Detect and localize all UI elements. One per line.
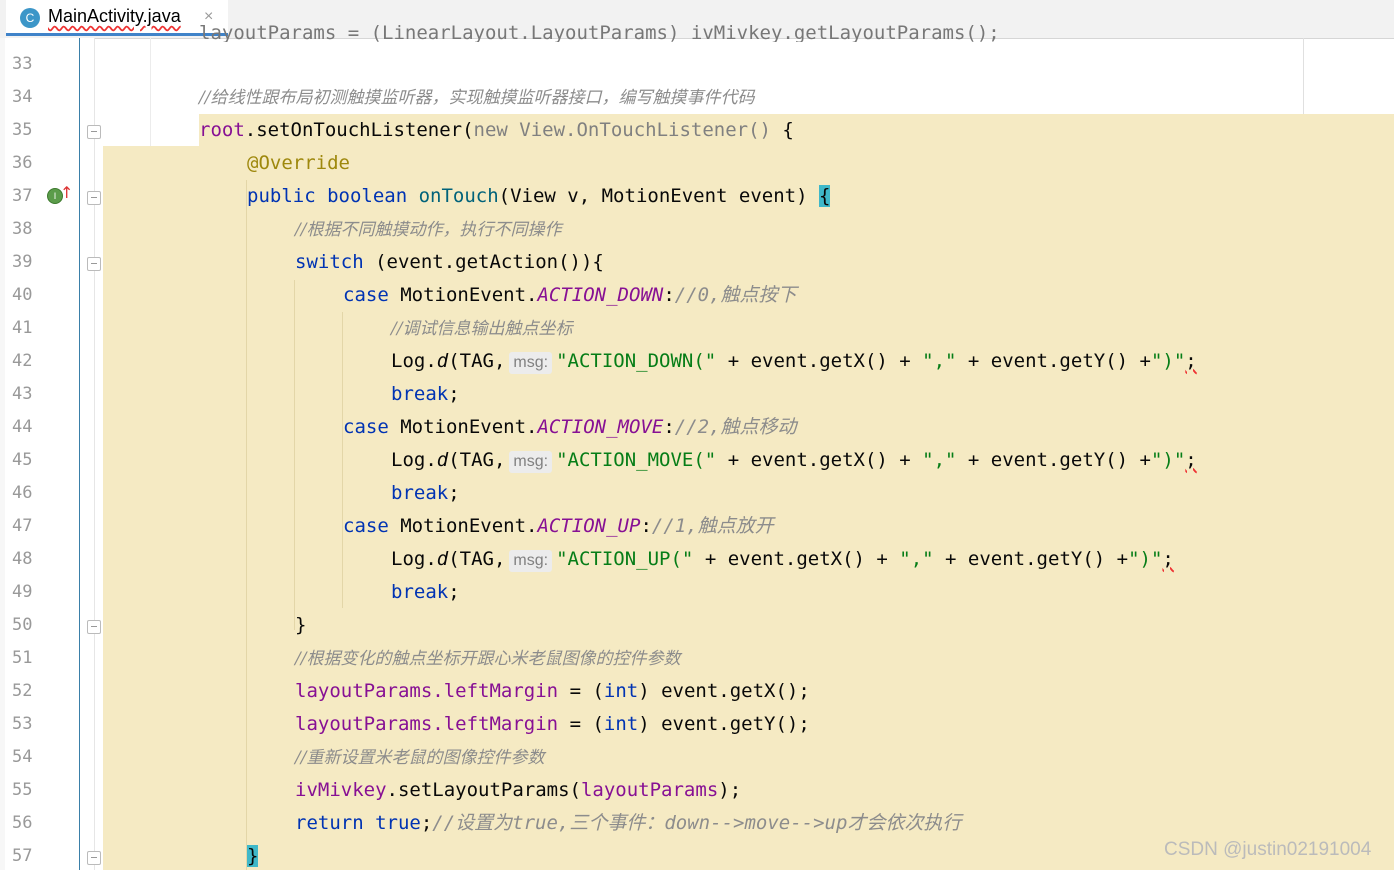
- fold-divider: [94, 38, 95, 870]
- code-line-45: Log.d(TAG, msg: "ACTION_MOVE(" + event.get…: [391, 449, 1197, 473]
- gutter-divider: [79, 38, 80, 870]
- line-number: 40: [12, 285, 33, 305]
- code-line-39: switch (event.getAction()){: [295, 251, 604, 273]
- line-number: 44: [12, 417, 33, 437]
- line-number: 48: [12, 549, 33, 569]
- code-line-38: //根据不同触摸动作，执行不同操作: [295, 220, 562, 240]
- line-number: 36: [12, 153, 33, 173]
- code-line-34: //给线性跟布局初测触摸监听器，实现触摸监听器接口，编写触摸事件代码: [199, 88, 755, 108]
- line-number: 57: [12, 846, 33, 866]
- line-number: 43: [12, 384, 33, 404]
- code-line-32: layoutParams = (LinearLayout.LayoutParam…: [199, 22, 1000, 42]
- line-number: 39: [12, 252, 33, 272]
- line-number: 50: [12, 615, 33, 635]
- java-class-icon: C: [20, 8, 40, 28]
- code-line-43: break;: [391, 383, 460, 405]
- code-line-55: ivMivkey.setLayoutParams(layoutParams);: [295, 779, 742, 801]
- code-line-49: break;: [391, 581, 460, 603]
- line-number: 38: [12, 219, 33, 239]
- line-number: 45: [12, 450, 33, 470]
- indent-guide: [246, 180, 247, 870]
- code-line-40: case MotionEvent.ACTION_DOWN://0,触点按下: [343, 284, 797, 306]
- code-line-54: //重新设置米老鼠的图像控件参数: [295, 748, 545, 768]
- line-number: 51: [12, 648, 33, 668]
- indent-guide: [342, 312, 343, 608]
- code-line-46: break;: [391, 482, 460, 504]
- code-line-57: }: [247, 845, 259, 867]
- line-number: 35: [12, 120, 33, 140]
- code-line-36: @Override: [247, 152, 350, 174]
- line-number: 49: [12, 582, 33, 602]
- line-number: 37: [12, 186, 33, 206]
- line-number: 34: [12, 87, 33, 107]
- code-line-44: case MotionEvent.ACTION_MOVE://2,触点移动: [343, 416, 797, 438]
- fold-icon[interactable]: [87, 851, 101, 865]
- line-number: 42: [12, 351, 33, 371]
- fold-icon[interactable]: [87, 191, 101, 205]
- tab-label: MainActivity.java: [48, 6, 181, 26]
- code-line-48: Log.d(TAG, msg: "ACTION_UP(" + event.getX(…: [391, 548, 1174, 572]
- line-number: 53: [12, 714, 33, 734]
- line-number: 54: [12, 747, 33, 767]
- code-line-53: layoutParams.leftMargin = (int) event.ge…: [295, 713, 810, 735]
- fold-icon[interactable]: [87, 620, 101, 634]
- watermark: CSDN @justin02191004: [1164, 839, 1372, 860]
- override-arrow-icon[interactable]: ↑: [60, 183, 73, 202]
- code-line-42: Log.d(TAG, msg: "ACTION_DOWN(" + event.get…: [391, 350, 1197, 374]
- parameter-hint: msg:: [509, 550, 553, 572]
- tab-mainactivity[interactable]: C MainActivity.java ×: [6, 0, 228, 36]
- parameter-hint: msg:: [509, 451, 553, 473]
- fold-icon[interactable]: [87, 125, 101, 139]
- indent-guide: [294, 280, 295, 630]
- code-line-35: root.setOnTouchListener(new View.OnTouch…: [199, 119, 794, 141]
- code-line-52: layoutParams.leftMargin = (int) event.ge…: [295, 680, 810, 702]
- code-line-37: public boolean onTouch(View v, MotionEve…: [247, 185, 831, 207]
- fold-icon[interactable]: [87, 257, 101, 271]
- line-number: 46: [12, 483, 33, 503]
- line-number: 52: [12, 681, 33, 701]
- line-number: 56: [12, 813, 33, 833]
- code-line-51: //根据变化的触点坐标开跟心米老鼠图像的控件参数: [295, 649, 681, 669]
- code-line-56: return true;//设置为true,三个事件：down-->move--…: [295, 812, 962, 834]
- line-number: 55: [12, 780, 33, 800]
- parameter-hint: msg:: [509, 352, 553, 374]
- line-number: 33: [12, 54, 33, 74]
- line-number: 41: [12, 318, 33, 338]
- code-line-50: }: [295, 614, 307, 636]
- code-line-47: case MotionEvent.ACTION_UP://1,触点放开: [343, 515, 774, 537]
- code-line-41: //调试信息输出触点坐标: [391, 319, 573, 339]
- line-number: 47: [12, 516, 33, 536]
